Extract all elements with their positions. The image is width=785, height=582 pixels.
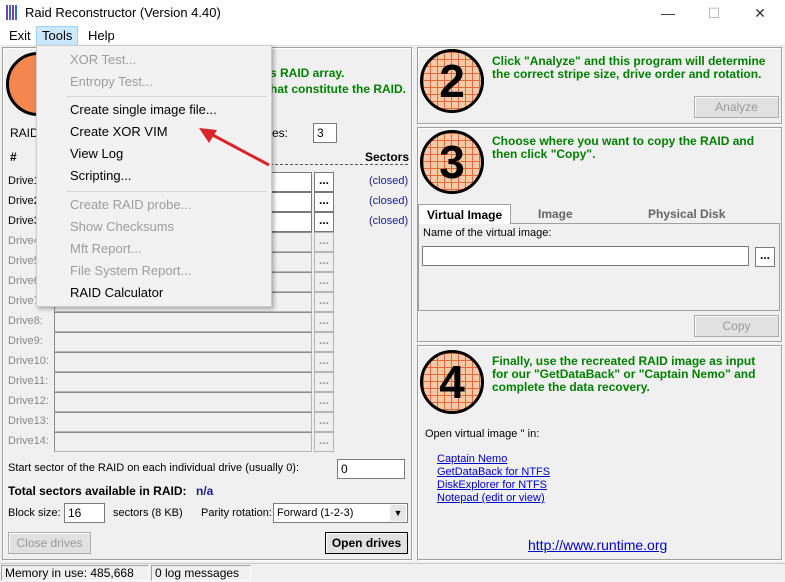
drive-browse-button[interactable]: ... <box>314 172 334 192</box>
drive-path-input[interactable] <box>54 312 312 332</box>
analyze-button[interactable]: Analyze <box>694 96 779 118</box>
menu-tools[interactable]: Tools <box>36 26 79 46</box>
link-diskexplorer[interactable]: DiskExplorer for NTFS <box>437 479 547 491</box>
virtual-image-input[interactable] <box>422 246 749 266</box>
runtime-url-link[interactable]: http://www.runtime.org <box>528 537 667 553</box>
tab-physical-disk[interactable]: Physical Disk <box>648 204 725 224</box>
drive-label: Drive12: <box>8 395 49 407</box>
menu-exit[interactable]: Exit <box>4 26 36 46</box>
drive-browse-button[interactable]: ... <box>314 192 334 212</box>
virtual-image-browse-button[interactable]: ... <box>755 247 775 267</box>
menu-item-file-system-report[interactable]: File System Report... <box>70 263 191 278</box>
drive-browse-button[interactable]: ... <box>314 412 334 432</box>
status-memory: Memory in use: 485,668 <box>1 565 149 581</box>
title-bar: Raid Reconstructor (Version 4.40) — ☐ ✕ <box>0 0 785 26</box>
block-size-label: Block size: <box>8 507 61 519</box>
step1-text-line1: s RAID array. <box>270 66 345 80</box>
menu-item-create-raid-probe[interactable]: Create RAID probe... <box>70 197 191 212</box>
parity-value: Forward (1-2-3) <box>277 507 354 519</box>
open-drives-button[interactable]: Open drives <box>325 532 408 554</box>
menu-item-show-checksums[interactable]: Show Checksums <box>70 219 174 234</box>
copy-button[interactable]: Copy <box>694 315 779 337</box>
column-hash: # <box>10 150 17 164</box>
menu-item-xor-test[interactable]: XOR Test... <box>70 52 136 67</box>
menu-item-create-xor-vim[interactable]: Create XOR VIM <box>70 124 168 139</box>
menu-item-view-log[interactable]: View Log <box>70 146 123 161</box>
menu-separator <box>67 191 267 192</box>
step2-text: Click "Analyze" and this program will de… <box>492 54 766 81</box>
app-icon <box>6 5 17 20</box>
maximize-button[interactable]: ☐ <box>691 0 737 26</box>
drive-label: Drive14: <box>8 435 49 447</box>
red-arrow-annotation <box>199 128 270 167</box>
drive-browse-button[interactable]: ... <box>314 252 334 272</box>
drive-browse-button[interactable]: ... <box>314 332 334 352</box>
close-button[interactable]: ✕ <box>737 0 783 26</box>
minimize-button[interactable]: — <box>645 0 691 26</box>
tab-image[interactable]: Image <box>538 204 573 224</box>
step1-text-line2: hat constitute the RAID. <box>270 82 407 96</box>
chevron-down-icon: ▼ <box>390 505 406 521</box>
raid-label: RAID <box>10 126 39 140</box>
drive-label: Drive10: <box>8 355 49 367</box>
step2-circle: 2 <box>420 49 484 113</box>
sectors-kb-label: sectors (8 KB) <box>113 507 183 519</box>
drive-label: Drive11: <box>8 375 49 387</box>
block-size-input[interactable]: 16 <box>64 503 105 523</box>
drive-browse-button[interactable]: ... <box>314 292 334 312</box>
step4-circle: 4 <box>420 350 484 414</box>
column-sectors: Sectors <box>365 150 410 164</box>
drive-label: Drive9: <box>8 335 43 347</box>
step4-text: Finally, use the recreated RAID image as… <box>492 354 756 394</box>
menu-item-create-single-image[interactable]: Create single image file... <box>70 102 217 117</box>
step3-circle: 3 <box>420 130 484 194</box>
drive-browse-button[interactable]: ... <box>314 312 334 332</box>
drive-browse-button[interactable]: ... <box>314 352 334 372</box>
virtual-image-label: Name of the virtual image: <box>423 227 552 239</box>
open-virtual-image-label: Open virtual image '' in: <box>425 428 540 440</box>
drive-path-input[interactable] <box>54 432 312 452</box>
drives-count-input[interactable]: 3 <box>313 123 337 143</box>
drive-path-input[interactable] <box>54 392 312 412</box>
drive-browse-button[interactable]: ... <box>314 272 334 292</box>
drive-path-input[interactable] <box>54 332 312 352</box>
menu-item-scripting[interactable]: Scripting... <box>70 168 131 183</box>
tools-dropdown-menu: XOR Test... Entropy Test... Create singl… <box>36 45 272 307</box>
drive-path-input[interactable] <box>54 412 312 432</box>
drive-label: Drive8: <box>8 315 43 327</box>
drive-status: (closed) <box>369 175 409 187</box>
drive-label: Drive13: <box>8 415 49 427</box>
drive-status: (closed) <box>369 195 409 207</box>
status-log: 0 log messages <box>151 565 251 581</box>
menu-separator <box>67 96 267 97</box>
start-sector-label: Start sector of the RAID on each individ… <box>8 462 300 474</box>
parity-label: Parity rotation: <box>201 507 272 519</box>
link-notepad[interactable]: Notepad (edit or view) <box>437 492 545 504</box>
window-title: Raid Reconstructor (Version 4.40) <box>25 5 221 20</box>
menu-item-entropy-test[interactable]: Entropy Test... <box>70 74 153 89</box>
menu-item-raid-calculator[interactable]: RAID Calculator <box>70 285 163 300</box>
link-captain-nemo[interactable]: Captain Nemo <box>437 453 507 465</box>
header-divider <box>270 164 408 165</box>
step3-text: Choose where you want to copy the RAID a… <box>492 134 755 161</box>
menu-bar: Exit Tools Help <box>0 26 785 46</box>
drive-browse-button[interactable]: ... <box>314 212 334 232</box>
menu-item-mft-report[interactable]: Mft Report... <box>70 241 142 256</box>
drive-path-input[interactable] <box>54 352 312 372</box>
start-sector-input[interactable]: 0 <box>337 459 405 479</box>
drive-status: (closed) <box>369 215 409 227</box>
total-sectors-label: Total sectors available in RAID: <box>8 484 187 498</box>
tab-virtual-image[interactable]: Virtual Image <box>418 204 512 224</box>
drive-browse-button[interactable]: ... <box>314 392 334 412</box>
menu-help[interactable]: Help <box>83 26 120 46</box>
drive-browse-button[interactable]: ... <box>314 232 334 252</box>
close-drives-button[interactable]: Close drives <box>8 532 91 554</box>
link-getdataback[interactable]: GetDataBack for NTFS <box>437 466 550 478</box>
drive-path-input[interactable] <box>54 372 312 392</box>
total-sectors-value: n/a <box>196 484 214 498</box>
drive-browse-button[interactable]: ... <box>314 372 334 392</box>
parity-select[interactable]: Forward (1-2-3) ▼ <box>273 503 408 523</box>
drive-browse-button[interactable]: ... <box>314 432 334 452</box>
